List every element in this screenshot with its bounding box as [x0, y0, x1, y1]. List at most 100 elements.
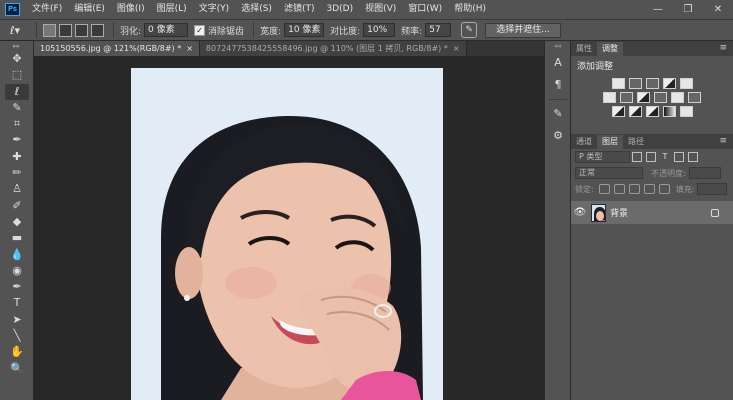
new-selection-button[interactable] — [43, 23, 56, 37]
lock-position-icon[interactable] — [628, 184, 640, 194]
invert-icon[interactable] — [611, 106, 625, 117]
lock-image-icon[interactable] — [613, 184, 625, 194]
threshold-icon[interactable] — [645, 106, 659, 117]
paragraph-panel-icon[interactable]: ¶ — [548, 75, 568, 95]
posterize-icon[interactable] — [628, 106, 642, 117]
hand-tool[interactable]: ✋ — [5, 344, 29, 360]
brush-settings-icon[interactable]: ✎ — [548, 104, 568, 124]
pixel-filter-icon[interactable] — [632, 152, 642, 162]
layer-name[interactable]: 背景 — [610, 206, 628, 219]
blur-tool[interactable]: 💧 — [5, 247, 29, 263]
menu-view[interactable]: 视图(V) — [359, 0, 402, 19]
smart-object-filter-icon[interactable] — [688, 152, 698, 162]
document-image[interactable] — [131, 68, 443, 400]
antialias-checkbox[interactable]: ✓ — [194, 24, 206, 36]
eraser-tool[interactable]: ◆ — [5, 214, 29, 230]
marquee-tool[interactable]: ⬚ — [5, 67, 29, 83]
photo-filter-icon[interactable] — [654, 92, 667, 103]
gradient-map-icon[interactable] — [662, 106, 676, 117]
select-and-mask-button[interactable]: 选择并遮住... — [485, 22, 561, 38]
menu-image[interactable]: 图像(I) — [111, 0, 151, 19]
path-selection-tool[interactable]: ➤ — [5, 312, 29, 328]
contrast-input[interactable]: 10% — [363, 23, 396, 37]
menu-filter[interactable]: 滤镜(T) — [278, 0, 321, 19]
width-input[interactable]: 10 像素 — [284, 23, 325, 37]
tab-adjustments[interactable]: 调整 — [597, 42, 623, 56]
move-tool[interactable]: ✥ — [5, 51, 29, 67]
lock-artboard-icon[interactable] — [643, 184, 655, 194]
color-lookup-icon[interactable] — [688, 92, 701, 103]
channel-mixer-icon[interactable] — [671, 92, 684, 103]
frequency-label: 频率: — [401, 26, 423, 37]
stylus-pressure-button[interactable]: ✎ — [461, 22, 478, 38]
lock-transparent-icon[interactable] — [598, 184, 610, 194]
window-controls: — ❐ ✕ — [643, 0, 733, 19]
exposure-icon[interactable] — [662, 78, 676, 89]
pen-tool[interactable]: ✒ — [5, 279, 29, 295]
adjustments-panel-icon[interactable]: ⚙ — [548, 126, 568, 146]
layer-row-background[interactable]: 👁 背景 — [571, 201, 733, 224]
lock-all-icon[interactable] — [658, 184, 670, 194]
menu-layer[interactable]: 图层(L) — [151, 0, 193, 19]
tab-layers[interactable]: 图层 — [597, 135, 623, 149]
panel-menu-icon[interactable]: ≡ — [719, 134, 727, 148]
tab-properties[interactable]: 属性 — [571, 42, 597, 56]
menu-select[interactable]: 选择(S) — [235, 0, 278, 19]
menu-window[interactable]: 窗口(W) — [402, 0, 448, 19]
toolbar-grip[interactable]: ▸▸ — [0, 41, 33, 51]
close-tab-icon[interactable]: × — [186, 44, 193, 53]
clone-stamp-tool[interactable]: ♙ — [5, 181, 29, 197]
blend-mode-select[interactable]: 正常 — [575, 167, 643, 179]
menu-help[interactable]: 帮助(H) — [448, 0, 492, 19]
opacity-input[interactable] — [688, 167, 721, 179]
close-tab-icon[interactable]: × — [453, 44, 460, 53]
type-filter-icon[interactable]: T — [660, 152, 670, 162]
color-balance-icon[interactable] — [620, 92, 633, 103]
menu-file[interactable]: 文件(F) — [26, 0, 68, 19]
curves-icon[interactable] — [645, 78, 659, 89]
subtract-from-selection-button[interactable] — [75, 23, 88, 37]
close-button[interactable]: ✕ — [703, 0, 733, 19]
menu-edit[interactable]: 编辑(E) — [68, 0, 111, 19]
visibility-eye-icon[interactable]: 👁 — [571, 207, 589, 218]
line-tool[interactable]: ╲ — [5, 328, 29, 344]
frequency-input[interactable]: 57 — [425, 23, 452, 37]
panel-menu-icon[interactable]: ≡ — [719, 41, 727, 55]
minimize-button[interactable]: — — [643, 0, 673, 19]
fill-input[interactable] — [697, 183, 728, 195]
adjustment-filter-icon[interactable] — [646, 152, 656, 162]
selective-color-icon[interactable] — [679, 106, 693, 117]
brush-tool[interactable]: ✏ — [5, 165, 29, 181]
document-tab[interactable]: 8072477538425558496.jpg @ 110% (图层 1 拷贝,… — [199, 41, 467, 56]
character-panel-icon[interactable]: A — [548, 53, 568, 73]
levels-icon[interactable] — [628, 78, 642, 89]
layer-kind-filter[interactable]: P 类型 — [575, 151, 630, 163]
document-tab-active[interactable]: 105150556.jpg @ 121%(RGB/8#) * × — [34, 41, 200, 56]
tab-paths[interactable]: 路径 — [623, 135, 649, 149]
hue-saturation-icon[interactable] — [603, 92, 616, 103]
vibrance-icon[interactable] — [679, 78, 693, 89]
brightness-contrast-icon[interactable] — [611, 78, 625, 89]
dock-grip[interactable]: ◂◂ — [545, 41, 570, 51]
gradient-tool[interactable]: ▬ — [5, 230, 29, 246]
tab-channels[interactable]: 通道 — [571, 135, 597, 149]
restore-button[interactable]: ❐ — [673, 0, 703, 19]
add-to-selection-button[interactable] — [59, 23, 72, 37]
feather-input[interactable]: 0 像素 — [144, 23, 189, 37]
shape-filter-icon[interactable] — [674, 152, 684, 162]
history-brush-tool[interactable]: ✐ — [5, 198, 29, 214]
zoom-tool[interactable]: 🔍 — [5, 361, 29, 377]
eyedropper-tool[interactable]: ✒ — [5, 132, 29, 148]
magnetic-lasso-tool[interactable]: ℓ — [5, 83, 29, 100]
black-white-icon[interactable] — [637, 92, 650, 103]
menu-type[interactable]: 文字(Y) — [193, 0, 236, 19]
canvas-area[interactable] — [34, 56, 544, 400]
type-tool[interactable]: T — [5, 295, 29, 311]
crop-tool[interactable]: ⌗ — [5, 116, 29, 132]
intersect-selection-button[interactable] — [91, 23, 104, 37]
tool-preset-picker[interactable]: ℓ▾ — [0, 21, 30, 39]
dodge-tool[interactable]: ◉ — [5, 263, 29, 279]
quick-selection-tool[interactable]: ✎ — [5, 100, 29, 116]
healing-brush-tool[interactable]: ✚ — [5, 149, 29, 165]
menu-3d[interactable]: 3D(D) — [320, 0, 359, 19]
